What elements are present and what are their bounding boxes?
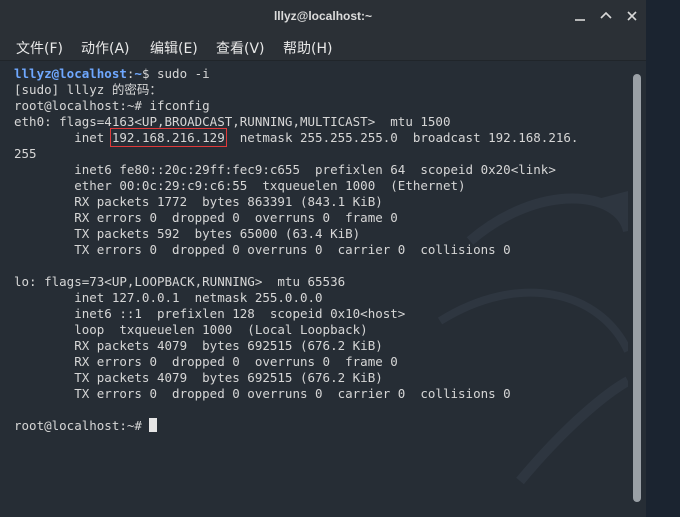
scrollbar-thumb[interactable]: [633, 74, 641, 502]
sudo-password-prompt: [sudo] lllyz 的密码：: [14, 82, 162, 97]
eth0-rx-errors: RX errors 0 dropped 0 overruns 0 frame 0: [14, 210, 398, 225]
menu-file[interactable]: 文件(F): [16, 38, 63, 58]
desktop-edge: [646, 0, 680, 517]
window-title: lllyz@localhost:~: [273, 9, 373, 23]
menu-bar: 文件(F) 动作(A) 编辑(E) 查看(V) 帮助(H): [0, 32, 646, 61]
lo-rx-errors: RX errors 0 dropped 0 overruns 0 frame 0: [14, 354, 398, 369]
title-bar[interactable]: lllyz@localhost:~: [0, 0, 646, 32]
prompt-path: ~: [134, 66, 142, 81]
eth0-flags-line: eth0: flags=4163<UP,BROADCAST,RUNNING,MU…: [14, 114, 451, 129]
prompt-user: lllyz@localhost: [14, 66, 127, 81]
eth0-rx-packets: RX packets 1772 bytes 863391 (843.1 KiB): [14, 194, 383, 209]
terminal-output: lllyz@localhost:~$ sudo -i [sudo] lllyz …: [14, 66, 578, 434]
maximize-icon[interactable]: [596, 6, 616, 26]
highlighted-ip-address: 192.168.216.129: [109, 128, 227, 147]
lo-tx-errors: TX errors 0 dropped 0 overruns 0 carrier…: [14, 386, 511, 401]
eth0-tx-errors: TX errors 0 dropped 0 overruns 0 carrier…: [14, 242, 511, 257]
terminal-window: lllyz@localhost:~ 文件(F) 动作(A) 编辑(E) 查看(V…: [0, 0, 646, 517]
menu-view[interactable]: 查看(V): [216, 38, 265, 58]
eth0-inet6-line: inet6 fe80::20c:29ff:fec9:c655 prefixlen…: [14, 162, 556, 177]
command-sudo: $ sudo -i: [141, 66, 210, 81]
lo-loop-line: loop txqueuelen 1000 (Local Loopback): [14, 322, 368, 337]
lo-inet-line: inet 127.0.0.1 netmask 255.0.0.0: [14, 290, 323, 305]
eth0-tx-packets: TX packets 592 bytes 65000 (63.4 KiB): [14, 226, 361, 241]
text-cursor: [149, 418, 158, 432]
lo-flags-line: lo: flags=73<UP,LOOPBACK,RUNNING> mtu 65…: [14, 274, 346, 289]
close-icon[interactable]: [622, 6, 642, 26]
eth0-ether-line: ether 00:0c:29:c9:c6:55 txqueuelen 1000 …: [14, 178, 466, 193]
lo-tx-packets: TX packets 4079 bytes 692515 (676.2 KiB): [14, 370, 383, 385]
lo-inet6-line: inet6 ::1 prefixlen 128 scopeid 0x10<hos…: [14, 306, 406, 321]
menu-action[interactable]: 动作(A): [81, 38, 130, 58]
terminal-area[interactable]: lllyz@localhost:~$ sudo -i [sudo] lllyz …: [0, 61, 628, 517]
menu-help[interactable]: 帮助(H): [283, 38, 332, 58]
minimize-icon[interactable]: [570, 6, 590, 26]
lo-rx-packets: RX packets 4079 bytes 692515 (676.2 KiB): [14, 338, 383, 353]
scrollbar[interactable]: [628, 61, 646, 517]
netmask-broadcast: netmask 255.255.255.0 broadcast 192.168.…: [224, 130, 579, 145]
inet-label: inet: [14, 130, 112, 145]
menu-edit[interactable]: 编辑(E): [150, 38, 198, 58]
broadcast-wrap: 255: [14, 146, 37, 161]
command-ifconfig: root@localhost:~# ifconfig: [14, 98, 210, 113]
root-prompt: root@localhost:~#: [14, 418, 150, 433]
